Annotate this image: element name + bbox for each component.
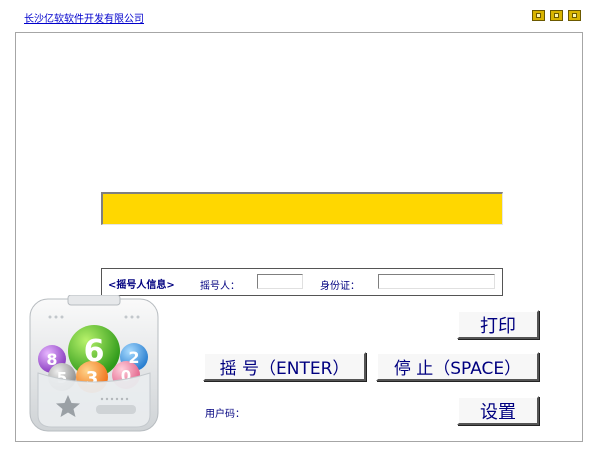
stop-button-label: 停 止（SPACE） [393, 359, 522, 379]
print-button[interactable]: 打印 [457, 310, 539, 339]
draw-result-display [101, 192, 503, 225]
print-button-label: 打印 [480, 315, 516, 337]
draw-button-label: 摇 号（ENTER） [219, 359, 350, 379]
company-link[interactable]: 长沙亿软软件开发有限公司 [24, 10, 144, 25]
lottery-machine-icon: 8 6 2 5 3 0 [28, 294, 160, 435]
drawer-info-group: <摇号人信息> 摇号人： 身份证： [101, 268, 503, 296]
minimize-icon[interactable] [532, 10, 545, 21]
ball-number: 6 [84, 334, 105, 369]
maximize-icon[interactable] [550, 10, 563, 21]
draw-button[interactable]: 摇 号（ENTER） [203, 352, 366, 381]
id-card-input[interactable] [378, 274, 495, 289]
drawer-info-title: <摇号人信息> [108, 280, 175, 291]
settings-button-label: 设置 [480, 401, 516, 423]
drawer-label: 摇号人： [200, 281, 240, 292]
drawer-input[interactable] [257, 274, 303, 289]
user-code-label: 用户码： [205, 409, 245, 420]
ball-number: 2 [128, 348, 139, 367]
ball-number: 8 [46, 350, 57, 369]
close-icon[interactable] [568, 10, 581, 21]
settings-button[interactable]: 设置 [457, 396, 539, 425]
id-card-label: 身份证： [320, 281, 360, 292]
stop-button[interactable]: 停 止（SPACE） [376, 352, 539, 381]
